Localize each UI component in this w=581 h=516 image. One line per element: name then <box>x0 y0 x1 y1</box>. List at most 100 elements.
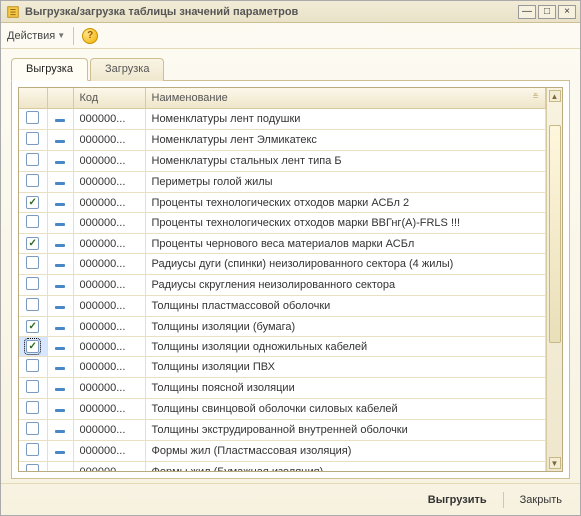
row-checkbox[interactable] <box>26 153 39 166</box>
column-name[interactable]: Наименование ≞ <box>145 88 546 109</box>
row-checkbox[interactable] <box>26 256 39 269</box>
maximize-button[interactable]: □ <box>538 5 556 19</box>
row-name: Толщины поясной изоляции <box>145 378 546 399</box>
row-name: Номенклатуры стальных лент типа Б <box>145 151 546 172</box>
row-checkbox[interactable] <box>26 401 39 414</box>
row-name: Толщины пластмассовой оболочки <box>145 296 546 317</box>
table-row[interactable]: 000000...Формы жил (Пластмассовая изоляц… <box>19 441 546 462</box>
actions-label: Действия <box>7 30 55 42</box>
column-marker[interactable] <box>47 88 73 109</box>
tab-0[interactable]: Выгрузка <box>11 58 88 81</box>
table-row[interactable]: 000000...Периметры голой жилы <box>19 172 546 193</box>
actions-menu[interactable]: Действия ▼ <box>7 30 65 42</box>
table-row[interactable]: 000000...Формы жил (Бумажная изоляция) <box>19 462 546 472</box>
app-icon <box>5 4 21 20</box>
row-checkbox[interactable] <box>26 298 39 311</box>
row-code: 000000... <box>73 172 145 193</box>
row-name: Толщины изоляции одножильных кабелей <box>145 337 546 357</box>
row-marker <box>47 151 73 172</box>
row-code: 000000... <box>73 462 145 472</box>
column-code[interactable]: Код <box>73 88 145 109</box>
table-row[interactable]: 000000...Толщины пластмассовой оболочки <box>19 296 546 317</box>
dash-icon <box>55 451 65 454</box>
tab-1[interactable]: Загрузка <box>90 58 164 81</box>
table-row[interactable]: 000000...Толщины изоляции одножильных ка… <box>19 337 546 357</box>
sort-icon: ≞ <box>532 92 539 101</box>
row-marker <box>47 193 73 213</box>
row-code: 000000... <box>73 296 145 317</box>
row-code: 000000... <box>73 151 145 172</box>
row-code: 000000... <box>73 109 145 130</box>
footer-separator <box>503 492 504 508</box>
table-row[interactable]: 000000...Проценты технологических отходо… <box>19 193 546 213</box>
row-name: Проценты технологических отходов марки В… <box>145 213 546 234</box>
row-marker <box>47 378 73 399</box>
scroll-thumb[interactable] <box>549 125 561 343</box>
row-name: Толщины экструдированной внутренней обол… <box>145 420 546 441</box>
table-row[interactable]: 000000...Номенклатуры стальных лент типа… <box>19 151 546 172</box>
row-checkbox[interactable] <box>26 320 39 333</box>
table-row[interactable]: 000000...Номенклатуры лент Элмикатекс <box>19 130 546 151</box>
row-marker <box>47 357 73 378</box>
dash-icon <box>55 327 65 330</box>
row-code: 000000... <box>73 441 145 462</box>
close-button[interactable]: × <box>558 5 576 19</box>
row-code: 000000... <box>73 420 145 441</box>
window-title: Выгрузка/загрузка таблицы значений парам… <box>25 6 516 18</box>
help-icon[interactable]: ? <box>82 28 98 44</box>
row-checkbox[interactable] <box>26 359 39 372</box>
table-row[interactable]: 000000...Толщины изоляции ПВХ <box>19 357 546 378</box>
dash-icon <box>55 203 65 206</box>
row-name: Формы жил (Пластмассовая изоляция) <box>145 441 546 462</box>
table-row[interactable]: 000000...Радиусы дуги (спинки) неизолиро… <box>19 254 546 275</box>
row-checkbox[interactable] <box>26 380 39 393</box>
table-row[interactable]: 000000...Проценты технологических отходо… <box>19 213 546 234</box>
dash-icon <box>55 140 65 143</box>
row-checkbox[interactable] <box>26 111 39 124</box>
row-checkbox[interactable] <box>26 340 39 353</box>
scroll-up-icon[interactable]: ▲ <box>549 90 561 102</box>
table-row[interactable]: 000000...Толщины экструдированной внутре… <box>19 420 546 441</box>
row-checkbox[interactable] <box>26 237 39 250</box>
row-marker <box>47 317 73 337</box>
dash-icon <box>55 285 65 288</box>
dash-icon <box>55 182 65 185</box>
row-marker <box>47 213 73 234</box>
row-checkbox[interactable] <box>26 443 39 456</box>
row-name: Проценты технологических отходов марки А… <box>145 193 546 213</box>
table-row[interactable]: 000000...Толщины свинцовой оболочки сило… <box>19 399 546 420</box>
vertical-scrollbar[interactable]: ▲ ▼ <box>546 88 562 471</box>
row-checkbox[interactable] <box>26 174 39 187</box>
dash-icon <box>55 161 65 164</box>
table-row[interactable]: 000000...Толщины поясной изоляции <box>19 378 546 399</box>
table-row[interactable]: 000000...Радиусы скругления неизолирован… <box>19 275 546 296</box>
row-checkbox[interactable] <box>26 277 39 290</box>
row-checkbox[interactable] <box>26 132 39 145</box>
row-name: Толщины свинцовой оболочки силовых кабел… <box>145 399 546 420</box>
row-checkbox[interactable] <box>26 422 39 435</box>
row-marker <box>47 275 73 296</box>
row-checkbox[interactable] <box>26 464 39 471</box>
table-row[interactable]: 000000...Толщины изоляции (бумага) <box>19 317 546 337</box>
row-checkbox[interactable] <box>26 196 39 209</box>
dash-icon <box>55 367 65 370</box>
scroll-track[interactable] <box>549 104 561 455</box>
row-checkbox[interactable] <box>26 215 39 228</box>
column-checkbox[interactable] <box>19 88 47 109</box>
row-marker <box>47 441 73 462</box>
dash-icon <box>55 244 65 247</box>
dash-icon <box>55 119 65 122</box>
dash-icon <box>55 347 65 350</box>
export-button[interactable]: Выгрузить <box>420 491 495 509</box>
dash-icon <box>55 409 65 412</box>
row-code: 000000... <box>73 234 145 254</box>
scroll-down-icon[interactable]: ▼ <box>549 457 561 469</box>
table-row[interactable]: 000000...Проценты чернового веса материа… <box>19 234 546 254</box>
minimize-button[interactable]: — <box>518 5 536 19</box>
close-footer-button[interactable]: Закрыть <box>512 491 570 509</box>
table-row[interactable]: 000000...Номенклатуры лент подушки <box>19 109 546 130</box>
row-name: Проценты чернового веса материалов марки… <box>145 234 546 254</box>
row-name: Номенклатуры лент Элмикатекс <box>145 130 546 151</box>
row-code: 000000... <box>73 130 145 151</box>
row-code: 000000... <box>73 193 145 213</box>
